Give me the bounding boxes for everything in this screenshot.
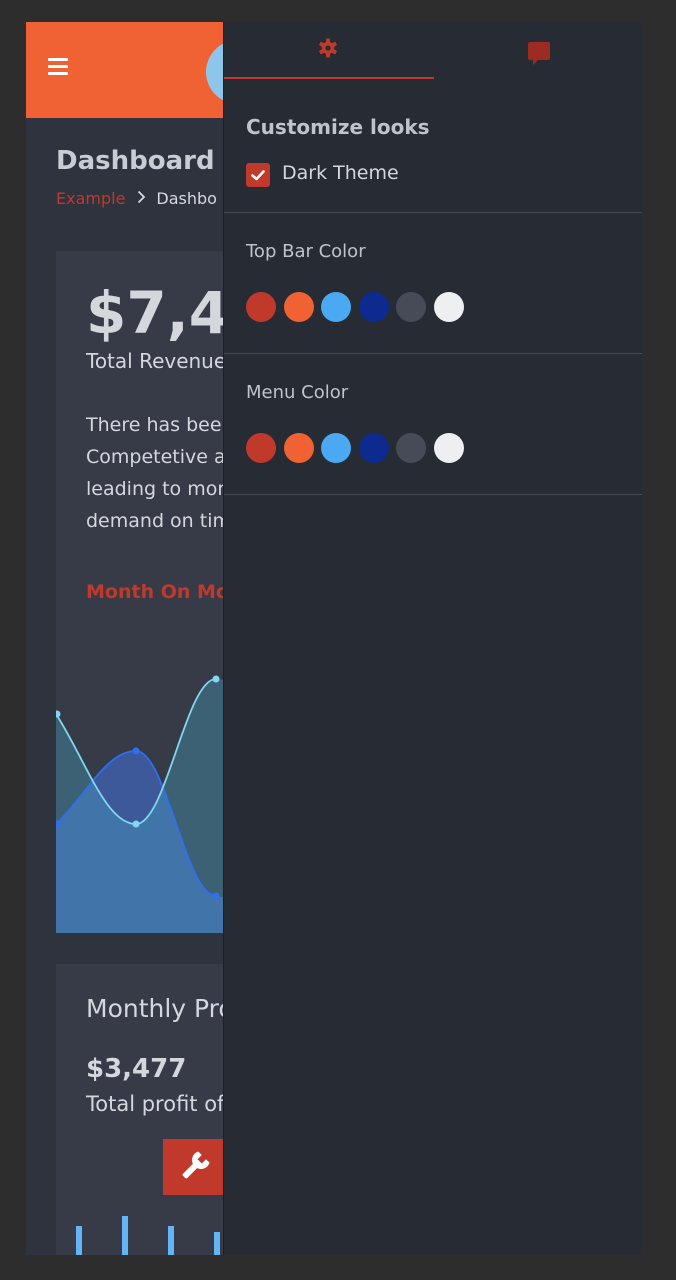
revenue-label: Total Revenue — [86, 349, 227, 373]
top-bar-swatch-white[interactable] — [433, 292, 464, 322]
profit-bar — [168, 1226, 174, 1255]
profit-bar — [76, 1226, 82, 1255]
menu-swatch-gray[interactable] — [396, 433, 426, 463]
top-bar-swatch-orange[interactable] — [283, 292, 314, 322]
customize-heading: Customize looks — [246, 115, 430, 139]
hamburger-menu-icon[interactable] — [48, 58, 68, 76]
menu-swatch-white[interactable] — [433, 433, 464, 463]
profit-bar — [122, 1216, 128, 1255]
gear-icon — [319, 38, 337, 58]
point-series-1 — [212, 675, 220, 683]
profit-bar — [214, 1232, 220, 1255]
settings-panel: Customize looks Dark Theme Top Bar Color… — [223, 22, 642, 1255]
point-series-2 — [212, 892, 220, 900]
description-line: demand on tim — [86, 510, 231, 532]
top-bar-swatch-light-blue[interactable] — [321, 292, 351, 322]
top-bar-color-swatches — [246, 292, 471, 322]
top-bar-color-heading: Top Bar Color — [246, 241, 366, 262]
wrench-icon — [182, 1151, 210, 1179]
divider — [224, 353, 642, 354]
menu-swatch-light-blue[interactable] — [321, 433, 351, 463]
breadcrumb-current: Dashbo — [156, 189, 217, 208]
revenue-description: There has been Competetive a leading to … — [86, 409, 236, 537]
dark-theme-label[interactable]: Dark Theme — [282, 162, 399, 184]
point-series-1 — [56, 710, 61, 718]
month-on-month-link[interactable]: Month On Mo — [86, 581, 229, 603]
menu-color-heading: Menu Color — [246, 382, 349, 403]
dark-theme-checkbox[interactable] — [246, 163, 270, 187]
breadcrumb: Example Dashbo — [56, 189, 217, 208]
tab-settings[interactable] — [224, 22, 434, 80]
top-bar-swatch-gray[interactable] — [396, 292, 426, 322]
description-line: leading to more — [86, 478, 237, 500]
checkmark-icon — [251, 170, 265, 181]
breadcrumb-link-example[interactable]: Example — [56, 189, 125, 208]
menu-swatch-orange[interactable] — [283, 433, 314, 463]
description-line: There has been — [86, 414, 234, 436]
point-series-1 — [132, 820, 140, 828]
wrench-button[interactable] — [163, 1139, 225, 1195]
chat-icon — [528, 42, 550, 65]
top-bar-swatch-navy[interactable] — [358, 292, 389, 322]
top-bar-swatch-red[interactable] — [246, 292, 276, 322]
menu-color-swatches — [246, 433, 471, 463]
point-series-2 — [132, 747, 140, 755]
divider — [224, 494, 642, 495]
chevron-right-icon — [137, 189, 146, 208]
description-line: Competetive a — [86, 446, 226, 468]
profit-title: Monthly Pro — [86, 994, 234, 1023]
menu-swatch-red[interactable] — [246, 433, 276, 463]
profit-amount: $3,477 — [86, 1054, 187, 1084]
tab-chat[interactable] — [434, 22, 642, 80]
app-viewport: Dashboard Ex Example Dashbo $7,43 Total R… — [26, 22, 642, 1255]
divider — [224, 212, 642, 213]
profit-label: Total profit of — [86, 1092, 225, 1116]
menu-swatch-navy[interactable] — [358, 433, 389, 463]
active-tab-indicator — [224, 77, 434, 79]
